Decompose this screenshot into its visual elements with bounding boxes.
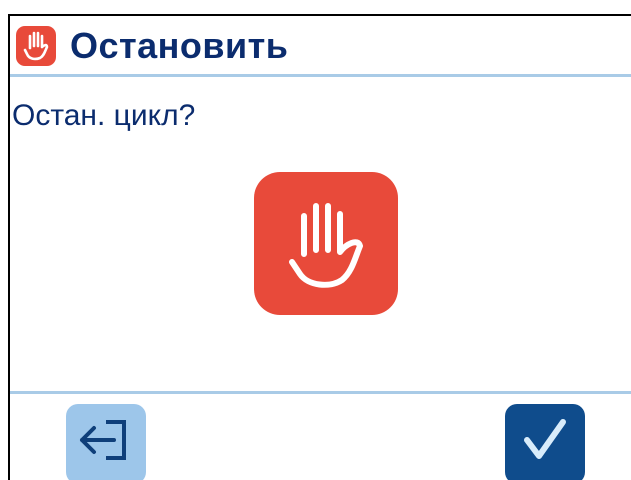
checkmark-icon [524,419,566,459]
confirmation-prompt: Остан. цикл? [12,99,196,132]
title-bar: Остановить [10,16,631,74]
exit-arrow-icon [80,420,126,460]
footer-divider [10,391,631,394]
screen-frame-left [8,14,10,480]
stop-hand-icon [16,26,56,66]
header-divider [10,74,631,77]
confirm-button[interactable] [505,404,585,480]
page-title: Остановить [70,25,289,66]
back-button[interactable] [66,404,146,480]
stop-cycle-screen: Остановить Остан. цикл? [0,0,631,480]
stop-hand-icon [254,172,398,315]
